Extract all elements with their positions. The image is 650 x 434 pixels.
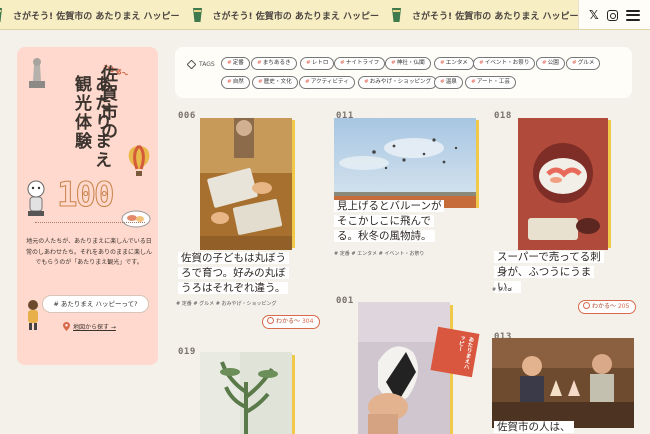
glass-icon — [392, 8, 402, 22]
page-title: あたりまえ 観光体験 — [71, 75, 111, 170]
x-icon[interactable]: 𝕏 — [589, 8, 599, 22]
card-caption: 佐賀市の人は、 — [494, 420, 606, 434]
tag-art[interactable]: #アート・工芸 — [465, 76, 516, 89]
tag-activity[interactable]: #アクティビティ — [299, 76, 355, 89]
title-atarimae: あたりまえ — [91, 75, 111, 170]
title-kanko: 観光体験 — [71, 75, 91, 151]
person-illustration — [28, 300, 38, 330]
map-link-label: 地図から探す → — [73, 324, 116, 331]
tag-rekishi[interactable]: #歴史・文化 — [252, 76, 298, 89]
happy-card-badge: あたりまえハッピー — [430, 326, 480, 378]
social-icons: 𝕏 — [578, 0, 650, 29]
menu-icon[interactable] — [625, 9, 640, 21]
map-pin-icon — [63, 322, 70, 331]
glass-icon — [192, 8, 202, 22]
tag-retro[interactable]: #レトロ — [300, 57, 335, 70]
glass-icon — [0, 8, 2, 22]
map-search-link[interactable]: 地図から探す → — [63, 322, 116, 331]
tag-entame[interactable]: #エンタメ — [434, 57, 474, 70]
top-banner: さがそう! 佐賀市の あたりまえ ハッピー さがそう! 佐賀市の あたりまえ ハ… — [0, 0, 650, 30]
card-number: 006 — [178, 111, 196, 121]
card-number: 019 — [178, 347, 196, 357]
card-accent — [292, 355, 295, 434]
banner-text: さがそう! 佐賀市の あたりまえ ハッピー — [391, 7, 579, 23]
balloon-illustration — [128, 145, 150, 176]
tag-event[interactable]: #イベント・お祭り — [473, 57, 536, 70]
tags-label: TAGS — [186, 59, 215, 70]
tag-omiyage[interactable]: #おみやげ・ショッピング — [358, 76, 438, 89]
food-illustration — [121, 210, 151, 228]
tag-koen[interactable]: #公園 — [536, 57, 565, 70]
happy-about-button[interactable]: # あたりまえ ハッピーって? — [42, 295, 149, 313]
card-caption: 佐賀の子どもは丸ぼうろで育つ。好みの丸ぼうろはそれぞれ違う。 — [178, 251, 296, 296]
card-number: 001 — [336, 296, 354, 306]
card-accent — [292, 120, 295, 248]
smile-icon — [583, 302, 590, 309]
tag-nightlife[interactable]: #ナイトライフ — [334, 57, 386, 70]
tag-onsen[interactable]: #温泉 — [434, 76, 463, 89]
count-100: 100 — [56, 175, 114, 216]
wakaru-button[interactable]: わかる〜 205 — [578, 300, 637, 314]
tag-teiban[interactable]: #定番 — [221, 57, 250, 70]
card-accent — [608, 120, 611, 248]
tag-shizen[interactable]: #自然 — [221, 76, 250, 89]
card-tags: # 定番 # エンタメ # イベント・お祭り — [334, 251, 425, 257]
divider — [35, 222, 145, 223]
tags-panel: TAGS #定番 #まちあるき #レトロ #ナイトライフ #神社・仏閣 #エンタ… — [175, 47, 632, 98]
card-number: 018 — [494, 111, 512, 121]
tag-icon — [186, 59, 197, 70]
card-photo[interactable] — [334, 118, 476, 208]
banner-text: さがそう! 佐賀市の あたりまえ ハッピー — [192, 7, 379, 23]
card-photo[interactable] — [200, 118, 292, 250]
smile-icon — [267, 317, 274, 324]
wakaru-button[interactable]: わかる〜 304 — [262, 315, 321, 329]
banner-marquee: さがそう! 佐賀市の あたりまえ ハッピー さがそう! 佐賀市の あたりまえ ハ… — [0, 0, 650, 29]
character-illustration — [27, 180, 45, 216]
sidebar-description: 地元の人たちが、あたりまえに楽しんでいる日常のしあわせたち。それをありのままに楽… — [25, 238, 152, 266]
card-photo[interactable] — [200, 352, 292, 434]
banner-text: さがそう! 佐賀市の あたりまえ ハッピー — [0, 7, 180, 23]
card-tags: # グルメ — [492, 287, 513, 293]
statue-illustration — [29, 58, 45, 88]
card-photo[interactable] — [492, 338, 634, 428]
sidebar-card: わかる〜 佐賀市の あたりまえ 観光体験 100 地元の人たちが、あたりまえに楽… — [17, 47, 158, 365]
card-accent — [476, 120, 479, 208]
card-tags: # 定番 # グルメ # おみやげ・ショッピング — [176, 301, 277, 307]
tag-machiaruki[interactable]: #まちあるき — [251, 57, 297, 70]
tag-gourmet[interactable]: #グルメ — [566, 57, 601, 70]
tag-jinja[interactable]: #神社・仏閣 — [385, 57, 431, 70]
card-photo[interactable] — [518, 118, 608, 250]
card-caption: 見上げるとバルーンがそこかしこに飛んでる。秋冬の風物詩。 — [334, 199, 446, 244]
instagram-icon[interactable] — [606, 9, 618, 21]
